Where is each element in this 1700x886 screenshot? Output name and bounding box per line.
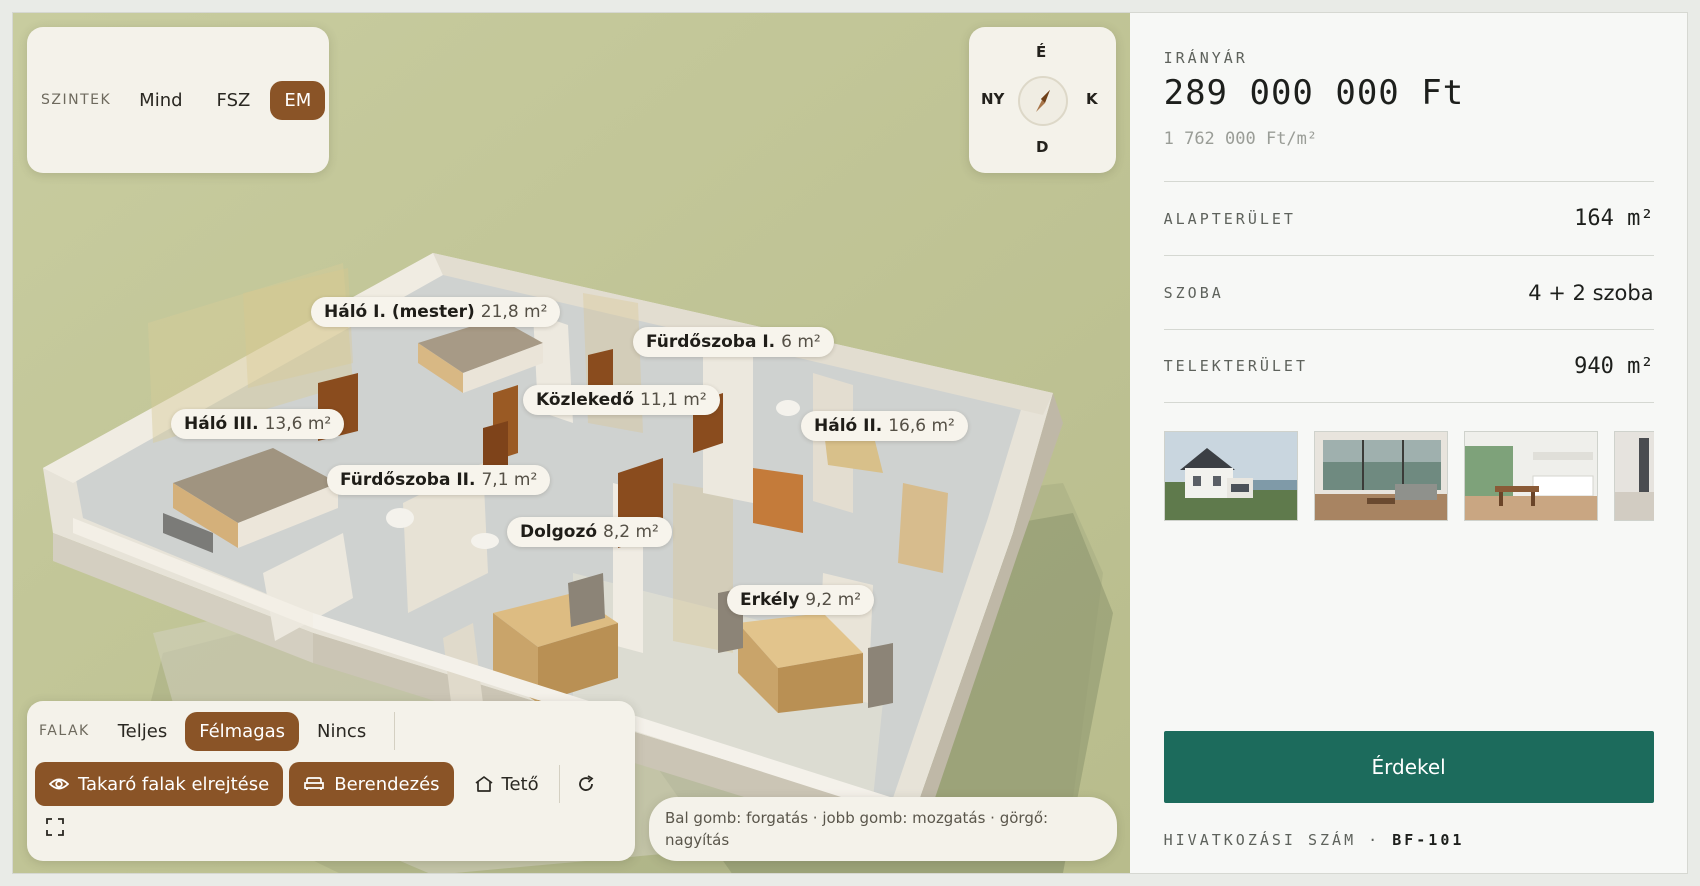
compass-needle-icon [1036,90,1050,112]
eye-icon [49,778,69,790]
compass-east: K [1086,90,1098,108]
roof-label: Tető [501,773,539,795]
living-room-photo [1314,432,1447,520]
reference-label: HIVATKOZÁSI SZÁM · [1163,831,1381,849]
stat-value: 940 m² [1574,353,1654,379]
price-per-m2: 1 762 000 Ft/m² [1163,129,1318,149]
levels-panel: SZINTEK Mind FSZ EM [27,27,329,173]
navigation-hint: Bal gomb: forgatás · jobb gomb: mozgatás… [649,797,1117,861]
reference-value: BF-101 [1392,831,1465,849]
compass[interactable]: É NY K D [969,27,1116,173]
room-label-master-bedroom[interactable]: Háló I. (mester) 21,8 m² [311,297,561,327]
stat-label: TELEKTERÜLET [1163,357,1308,375]
refresh-icon [578,775,594,791]
hide-walls-button[interactable]: Takaró falak elrejtése [35,762,284,806]
stat-value: 164 m² [1574,206,1654,231]
room-label-study[interactable]: Dolgozó 8,2 m² [507,517,672,547]
room-label-bathroom-1[interactable]: Fürdőszoba I. 6 m² [633,327,834,357]
walls-label: FALAK [39,723,90,739]
room-label-bedroom-2[interactable]: Háló II. 16,6 m² [801,411,968,441]
reset-view-button[interactable] [566,762,606,806]
room-label-hallway[interactable]: Közlekedő 11,1 m² [523,385,720,415]
photo-gallery[interactable] [1163,431,1654,521]
gallery-thumbnail[interactable] [1463,431,1598,521]
walls-half-button[interactable]: Félmagas [185,711,300,751]
stat-label: ALAPTERÜLET [1163,209,1296,228]
gallery-thumbnail[interactable] [1313,431,1448,521]
compass-dial [1018,76,1068,126]
stat-label: SZOBA [1163,283,1224,302]
app-window: Háló I. (mester) 21,8 m² Fürdőszoba I. 6 m… [12,12,1688,874]
stat-row-rooms: SZOBA 4 + 2 szoba [1163,255,1654,329]
house-exterior-photo [1164,432,1297,520]
furniture-toggle-button[interactable]: Berendezés [289,762,454,806]
level-ground-button[interactable]: FSZ [203,81,265,120]
fullscreen-icon [46,818,64,836]
hide-walls-label: Takaró falak elrejtése [78,773,270,795]
furniture-label: Berendezés [334,773,440,795]
walls-full-button[interactable]: Teljes [104,712,181,751]
house-icon [475,776,493,792]
compass-west: NY [981,90,1005,108]
level-upper-button[interactable]: EM [270,80,326,120]
room-label-bedroom-3[interactable]: Háló III. 13,6 m² [171,409,345,439]
interior-photo [1614,432,1654,520]
gallery-thumbnail[interactable] [1613,431,1654,521]
walls-divider [394,712,396,750]
walls-none-button[interactable]: Nincs [303,712,380,751]
fullscreen-button[interactable] [41,813,69,841]
gallery-thumbnail[interactable] [1163,431,1298,521]
price-value: 289 000 000 Ft [1163,73,1465,113]
floorplan-3d-viewer[interactable]: Háló I. (mester) 21,8 m² Fürdőszoba I. 6 m… [13,13,1130,873]
sofa-icon [304,777,325,790]
compass-north: É [1036,43,1047,61]
walls-panel: FALAK Teljes Félmagas Nincs Takaró falak… [27,701,635,861]
levels-label: SZINTEK [41,92,112,108]
tools-divider [558,765,560,803]
compass-south: D [1036,138,1049,156]
interested-button[interactable]: Érdekel [1163,731,1654,803]
stat-row-floor-area: ALAPTERÜLET 164 m² [1163,181,1654,255]
room-label-balcony[interactable]: Erkély 9,2 m² [727,585,875,615]
stat-value: 4 + 2 szoba [1528,280,1654,305]
kitchen-photo [1464,432,1597,520]
reference-number: HIVATKOZÁSI SZÁM · BF-101 [1164,831,1465,849]
stat-row-plot-area: TELEKTERÜLET 940 m² [1163,329,1654,403]
listing-sidebar: IRÁNYÁR 289 000 000 Ft 1 762 000 Ft/m² A… [1129,13,1687,873]
room-label-bathroom-2[interactable]: Fürdőszoba II. 7,1 m² [327,465,551,495]
roof-toggle-button[interactable]: Tető [460,762,553,806]
price-label: IRÁNYÁR [1163,49,1248,67]
level-all-button[interactable]: Mind [125,81,196,120]
